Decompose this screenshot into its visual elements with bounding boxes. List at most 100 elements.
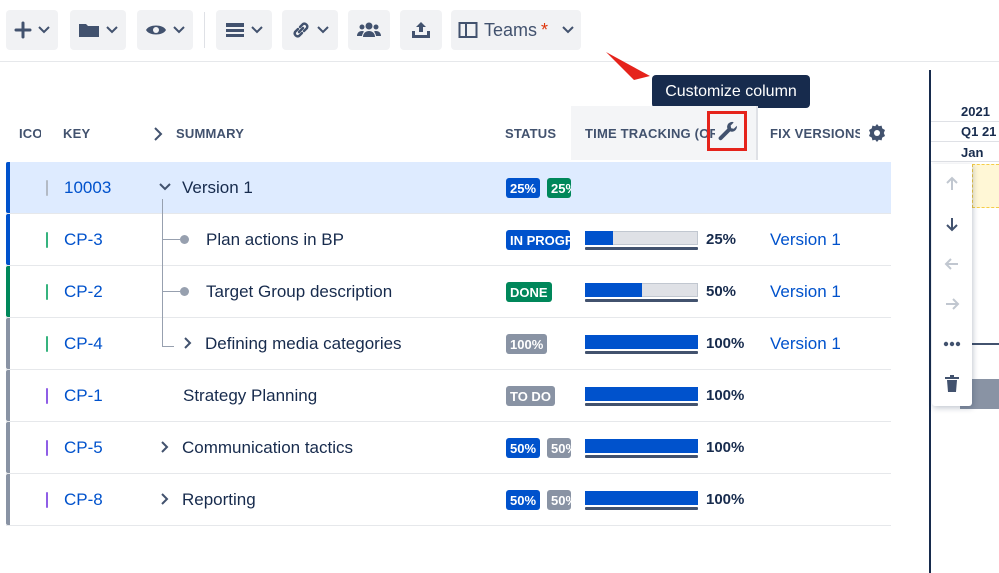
time-tracking-percent: 100% [706, 335, 745, 352]
issue-summary[interactable]: Defining media categories [205, 318, 402, 369]
chevron-right-icon[interactable] [181, 335, 195, 351]
toolbar: Teams * [0, 0, 999, 62]
table-row[interactable]: CP-1 Strategy Planning TO DO 100% [6, 370, 891, 422]
status-badge: IN PROGRESS [506, 230, 570, 250]
issue-key-link[interactable]: CP-1 [64, 370, 103, 421]
timeline-bar[interactable] [970, 343, 999, 345]
link-button[interactable] [282, 10, 338, 50]
timeline-divider[interactable] [929, 70, 931, 573]
tree-line [162, 346, 174, 347]
issue-summary[interactable]: Strategy Planning [183, 370, 317, 421]
tree-line [162, 199, 163, 346]
tree-line [162, 291, 180, 292]
table-row[interactable]: CP-4 Defining media categories 100% 100% Ver… [6, 318, 891, 370]
move-up-button[interactable] [940, 172, 964, 196]
folder-button[interactable] [70, 10, 126, 50]
eye-icon [146, 25, 166, 35]
chevron-right-icon[interactable] [158, 491, 172, 507]
issue-type-stripe [6, 318, 10, 369]
list-button[interactable] [216, 10, 272, 50]
more-button[interactable] [940, 332, 964, 356]
table-row[interactable]: CP-5 Communication tactics 50% 50% 100% [6, 422, 891, 474]
status-badge: TO DO [506, 386, 555, 406]
link-icon [293, 22, 309, 38]
move-down-button[interactable] [940, 212, 964, 236]
status-badge: 25% [506, 178, 541, 198]
issue-summary[interactable]: Target Group description [206, 266, 392, 317]
issue-color-marker [46, 492, 48, 508]
chevron-down-icon[interactable] [158, 179, 172, 195]
timeline-year: 2021 [961, 104, 990, 119]
issue-key-link[interactable]: CP-2 [64, 266, 103, 317]
people-icon [357, 22, 381, 37]
column-header-icon[interactable]: ICO [19, 106, 41, 160]
column-header-summary[interactable]: SUMMARY [176, 106, 296, 160]
more-icon [943, 341, 961, 347]
columns-icon [458, 22, 478, 38]
teams-view-button[interactable]: Teams * [451, 10, 581, 50]
outdent-button[interactable] [940, 252, 964, 276]
status-badge: DONE [506, 282, 552, 302]
time-tracking-bar [585, 333, 698, 355]
issue-color-marker [46, 180, 48, 196]
chevron-down-icon [317, 26, 329, 34]
delete-button[interactable] [940, 372, 964, 396]
time-tracking-percent: 25% [706, 231, 737, 248]
column-header-status[interactable]: STATUS [505, 106, 565, 160]
time-tracking-bar [585, 229, 698, 251]
view-button[interactable] [137, 10, 193, 50]
list-icon [226, 23, 244, 37]
issue-color-marker [46, 284, 48, 300]
arrow-up-icon [946, 176, 958, 190]
fix-version-link[interactable]: Version 1 [770, 214, 841, 265]
issue-type-stripe [6, 266, 10, 317]
add-button[interactable] [6, 10, 58, 50]
table-row[interactable]: CP-8 Reporting 50% 50% 100% [6, 474, 891, 526]
time-tracking-percent: 100% [706, 439, 745, 456]
indent-button[interactable] [940, 292, 964, 316]
time-tracking-percent: 100% [706, 387, 745, 404]
expand-all-chevron-icon[interactable] [153, 127, 163, 141]
tree-node-dot [180, 235, 189, 244]
chevron-down-icon [562, 26, 574, 34]
customize-column-button[interactable] [707, 111, 747, 151]
issue-key-link[interactable]: CP-3 [64, 214, 103, 265]
gear-icon[interactable] [867, 123, 887, 143]
time-tracking-percent: 100% [706, 491, 745, 508]
fix-version-link[interactable]: Version 1 [770, 266, 841, 317]
issue-key-link[interactable]: CP-5 [64, 422, 103, 473]
export-button[interactable] [400, 10, 442, 50]
timeline-gridline [931, 141, 999, 142]
unsaved-marker: * [541, 19, 549, 40]
table-row[interactable]: 10003 Version 1 25% 25% [6, 162, 891, 214]
time-tracking-percent: 50% [706, 283, 737, 300]
issue-key-link[interactable]: CP-4 [64, 318, 103, 369]
column-header-fix-versions[interactable]: FIX VERSIONS [770, 106, 860, 160]
table-row[interactable]: CP-2 Target Group description DONE 50% Versi… [6, 266, 891, 318]
issue-type-stripe [6, 162, 10, 213]
column-header-key[interactable]: KEY [63, 106, 123, 160]
plus-icon [14, 21, 32, 39]
table-row[interactable]: CP-3 Plan actions in BP IN PROGRESS 25% Vers… [6, 214, 891, 266]
issue-key-link[interactable]: 10003 [64, 162, 111, 213]
issue-summary[interactable]: Version 1 [182, 162, 253, 213]
team-button[interactable] [348, 10, 390, 50]
chevron-down-icon [106, 26, 118, 34]
chevron-down-icon [173, 26, 185, 34]
arrow-down-icon [946, 218, 958, 232]
issue-key-link[interactable]: CP-8 [64, 474, 103, 525]
timeline-version-bar[interactable] [972, 164, 999, 208]
teams-label: Teams [483, 19, 537, 40]
issue-type-stripe [6, 214, 10, 265]
issue-summary[interactable]: Reporting [182, 474, 256, 525]
chevron-down-icon [251, 26, 263, 34]
issue-summary[interactable]: Communication tactics [182, 422, 353, 473]
timeline-gridline [931, 161, 999, 162]
timeline-quarter: Q1 21 [961, 124, 997, 139]
toolbar-divider [204, 12, 205, 48]
issue-summary[interactable]: Plan actions in BP [206, 214, 344, 265]
time-tracking-label: TIME TRACKING (OR [585, 125, 715, 141]
issue-color-marker [46, 336, 48, 352]
fix-version-link[interactable]: Version 1 [770, 318, 841, 369]
chevron-right-icon[interactable] [158, 439, 172, 455]
